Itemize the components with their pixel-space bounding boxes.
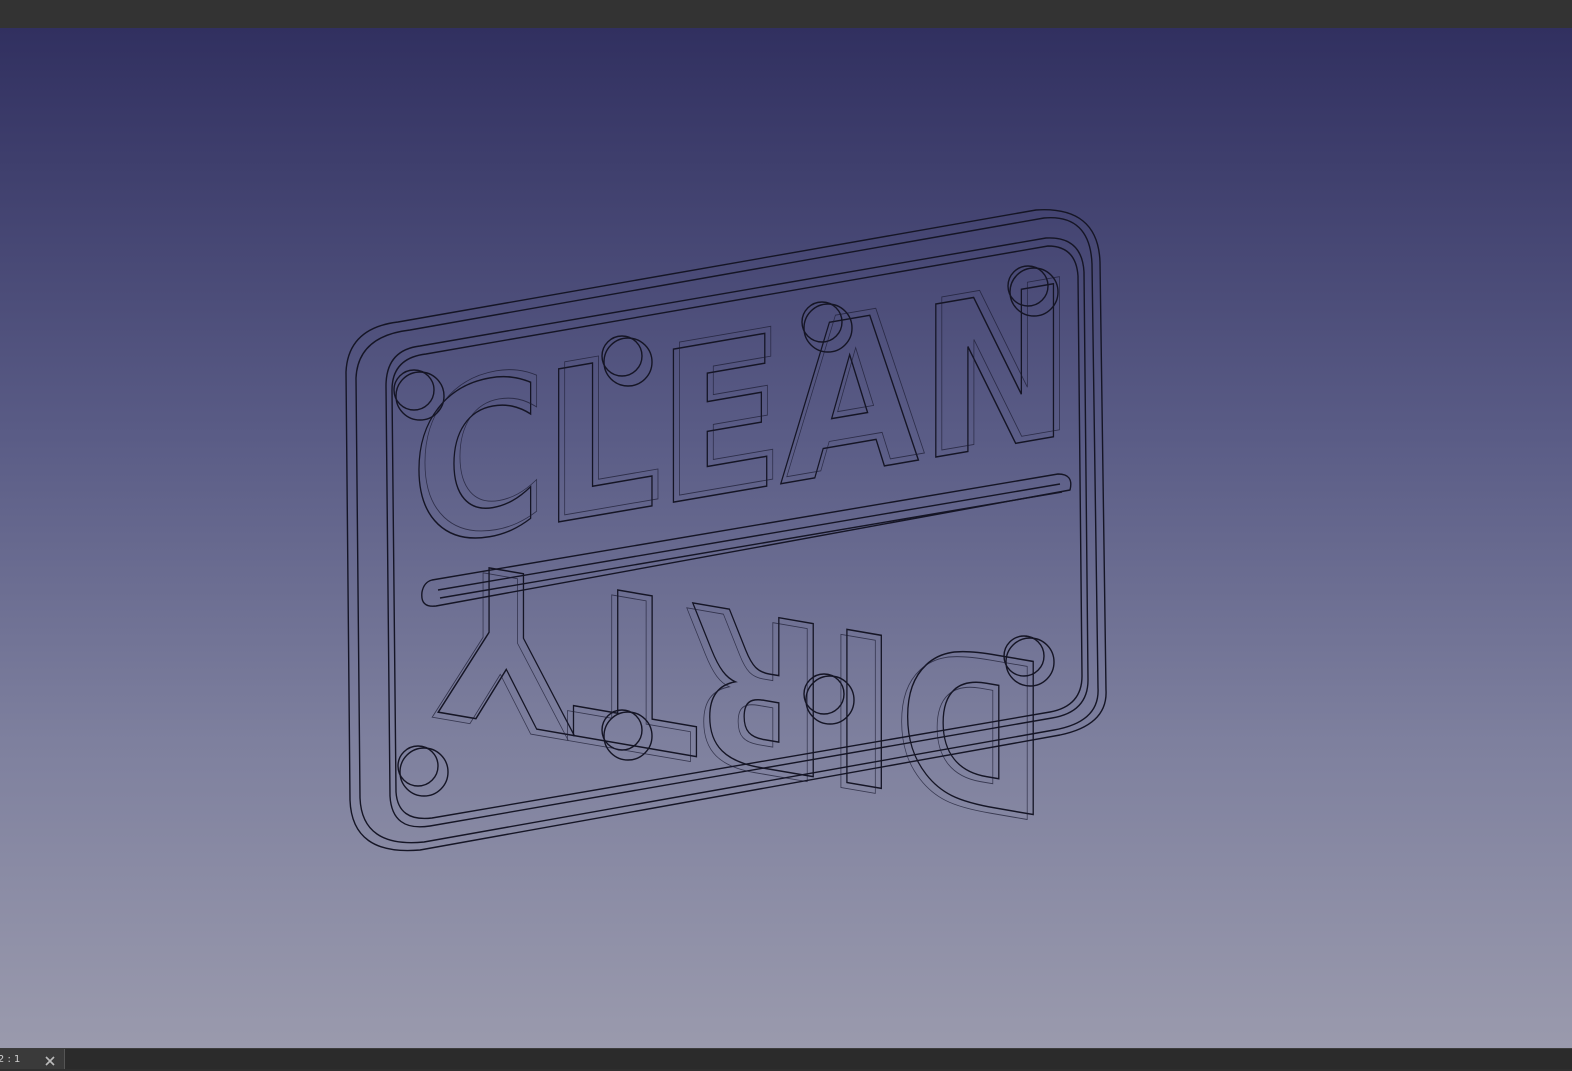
window-title-bar (0, 0, 1572, 28)
document-tab-bar: v2 : 1 (0, 1048, 1572, 1069)
wireframe-model: CLEAN CLEAN DIRTY DIRTY (345, 209, 1107, 864)
close-icon[interactable] (44, 1052, 56, 1066)
tab-label: v2 : 1 (0, 1054, 21, 1065)
tab-document[interactable]: v2 : 1 (0, 1049, 65, 1069)
3d-viewport[interactable]: CLEAN CLEAN DIRTY DIRTY (0, 28, 1572, 1048)
